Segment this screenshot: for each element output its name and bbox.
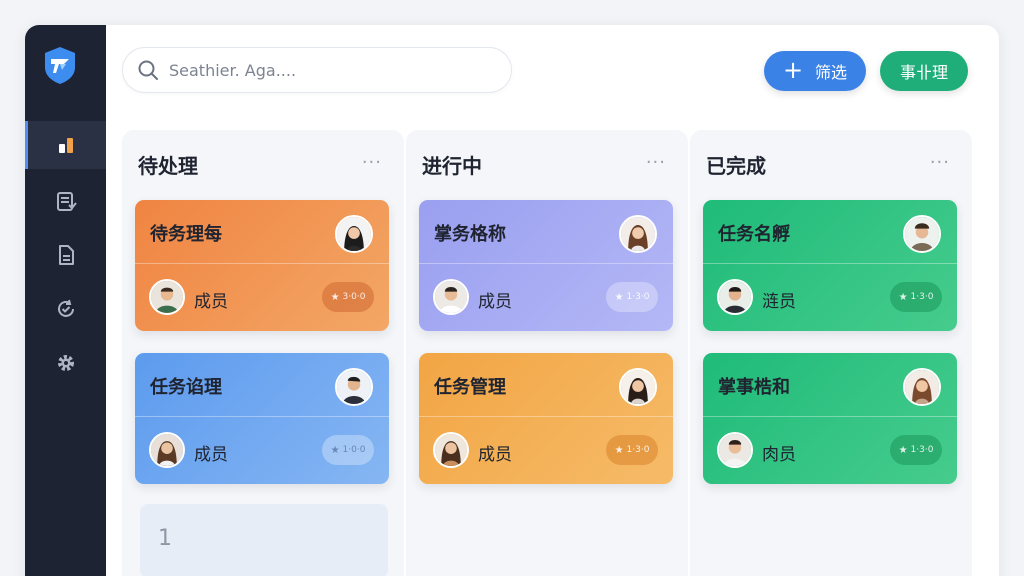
task-title: 任务管理 <box>434 377 506 398</box>
star-icon: ★ <box>898 444 908 456</box>
more-options-icon[interactable]: ··· <box>930 152 950 173</box>
task-card[interactable]: 待务理每 成员 ★ 3·0·0 <box>135 200 389 331</box>
sidebar-item-settings[interactable] <box>25 339 106 387</box>
member-label: 肉员 <box>762 445 796 465</box>
task-title: 任务谄理 <box>150 377 222 398</box>
column-todo: 待处理 ··· 待务理每 成员 ★ 3·0·0 任务谄理 成员 ★ 1·0·0 … <box>122 130 404 576</box>
filter-button-label: 筛选 <box>815 63 848 82</box>
card-divider <box>703 263 957 264</box>
column-title: 已完成 <box>706 154 766 178</box>
task-title: 掌事梏和 <box>718 377 790 398</box>
column-title: 待处理 <box>138 154 198 178</box>
card-divider <box>419 416 673 417</box>
shield-logo-icon[interactable] <box>42 45 78 85</box>
task-card[interactable]: 掌务格称 成员 ★ 1·3·0 <box>419 200 673 331</box>
member-avatar[interactable] <box>433 432 469 468</box>
task-list-icon <box>56 192 77 211</box>
placeholder-count: 1 <box>158 526 172 551</box>
new-card-placeholder[interactable]: 1 <box>140 504 388 576</box>
gear-icon <box>57 355 74 371</box>
member-avatar[interactable] <box>149 432 185 468</box>
sidebar-item-dashboard[interactable] <box>25 121 106 169</box>
main-content: + 筛选 事卝理 待处理 ··· 待务理每 成员 ★3·0·0 <box>106 25 999 576</box>
manage-button[interactable]: 事卝理 <box>880 51 968 91</box>
star-icon: ★ <box>614 291 624 303</box>
member-avatar[interactable] <box>717 279 753 315</box>
member-avatar[interactable] <box>433 279 469 315</box>
card-divider <box>135 263 389 264</box>
task-card[interactable]: 任务管理 成员 ★ 1·3·0 <box>419 353 673 484</box>
star-icon: ★ <box>614 444 624 456</box>
avatar[interactable] <box>335 215 373 253</box>
status-badge: ★ 1·0·0 <box>322 435 374 465</box>
member-label: 成员 <box>478 292 512 312</box>
sidebar-item-documents[interactable] <box>25 231 106 279</box>
avatar[interactable] <box>619 215 657 253</box>
task-card[interactable]: 掌事梏和 肉员 ★ 1·3·0 <box>703 353 957 484</box>
avatar[interactable] <box>903 215 941 253</box>
member-avatar[interactable] <box>717 432 753 468</box>
avatar[interactable] <box>619 368 657 406</box>
task-card[interactable]: 任务谄理 成员 ★ 1·0·0 <box>135 353 389 484</box>
column-in-progress: 进行中 ··· 掌务格称 成员 ★ 1·3·0 任务管理 成员 ★ 1·3·0 <box>406 130 688 576</box>
star-icon: ★ <box>330 444 340 456</box>
bar-chart-icon <box>58 138 73 153</box>
member-label: 成员 <box>194 445 228 465</box>
task-title: 掌务格称 <box>434 224 506 245</box>
member-label: 涟员 <box>762 292 796 312</box>
column-done: 已完成 ··· 任务名孵 涟员 ★ 1·3·0 掌事梏和 肉员 ★ 1·3·0 <box>690 130 972 576</box>
document-icon <box>58 245 74 265</box>
search-bar[interactable] <box>122 47 512 93</box>
task-title: 待务理每 <box>150 224 222 245</box>
status-badge: ★ 1·3·0 <box>890 435 942 465</box>
search-input[interactable] <box>169 60 469 80</box>
task-title: 任务名孵 <box>718 224 790 245</box>
star-icon: ★ <box>330 291 340 303</box>
more-options-icon[interactable]: ··· <box>646 152 666 173</box>
sidebar <box>25 25 106 576</box>
filter-button[interactable]: + 筛选 <box>764 51 866 91</box>
manage-button-label: 事卝理 <box>899 63 948 82</box>
sidebar-item-progress[interactable] <box>25 285 106 333</box>
status-badge: ★ 1·3·0 <box>890 282 942 312</box>
card-divider <box>703 416 957 417</box>
star-icon: ★ <box>898 291 908 303</box>
status-badge: ★ 1·3·0 <box>606 282 658 312</box>
status-badge: ★ 1·3·0 <box>606 435 658 465</box>
plus-icon: + <box>782 55 804 84</box>
app-window: + 筛选 事卝理 待处理 ··· 待务理每 成员 ★3·0·0 <box>25 25 999 576</box>
refresh-check-icon <box>57 299 74 317</box>
status-badge: ★ 3·0·0 <box>322 282 374 312</box>
member-avatar[interactable] <box>149 279 185 315</box>
card-divider <box>135 416 389 417</box>
avatar[interactable] <box>903 368 941 406</box>
card-divider <box>419 263 673 264</box>
task-card[interactable]: 任务名孵 涟员 ★ 1·3·0 <box>703 200 957 331</box>
sidebar-item-tasks[interactable] <box>25 177 106 225</box>
more-options-icon[interactable]: ··· <box>362 152 382 173</box>
column-title: 进行中 <box>422 154 482 178</box>
member-label: 成员 <box>478 445 512 465</box>
search-icon <box>138 60 158 80</box>
avatar[interactable] <box>335 368 373 406</box>
member-label: 成员 <box>194 292 228 312</box>
